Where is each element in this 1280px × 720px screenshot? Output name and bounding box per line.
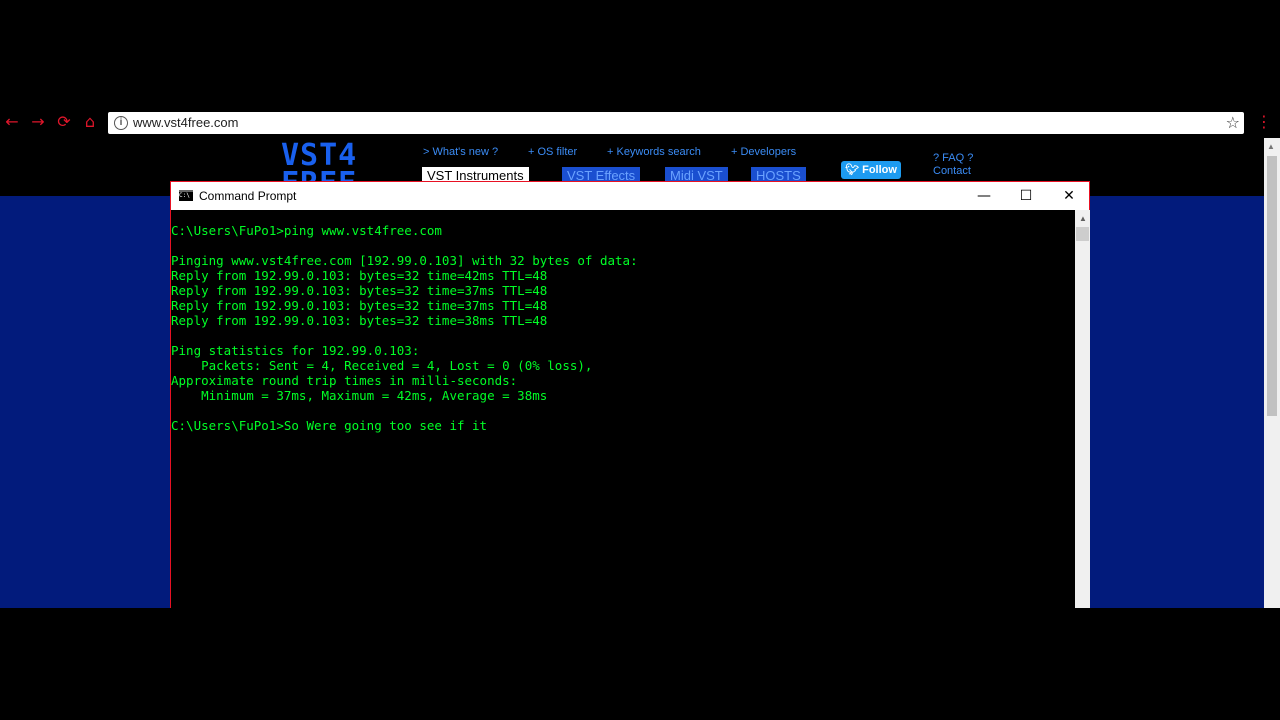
link-contact[interactable]: Contact xyxy=(933,165,971,177)
cmd-line xyxy=(171,328,638,343)
cmd-line: Reply from 192.99.0.103: bytes=32 time=3… xyxy=(171,283,548,298)
cmd-line: Reply from 192.99.0.103: bytes=32 time=4… xyxy=(171,268,548,283)
page-scroll-thumb[interactable] xyxy=(1267,156,1277,416)
cmd-line xyxy=(171,238,638,253)
address-bar[interactable]: i www.vst4free.com ☆ xyxy=(108,112,1244,134)
cmd-app-icon: C:\ xyxy=(179,190,193,201)
cmd-line: Reply from 192.99.0.103: bytes=32 time=3… xyxy=(171,298,548,313)
twitter-follow-button[interactable]: 🐦︎ Follow xyxy=(841,161,901,179)
cmd-line: Minimum = 37ms, Maximum = 42ms, Average … xyxy=(171,388,548,403)
cmd-scroll-thumb[interactable] xyxy=(1076,227,1089,241)
back-icon[interactable]: ← xyxy=(2,112,22,132)
link-developers[interactable]: + Developers xyxy=(731,146,796,158)
link-os-filter[interactable]: + OS filter xyxy=(528,146,577,158)
cmd-line: Ping statistics for 192.99.0.103: xyxy=(171,343,420,358)
twitter-bird-icon: 🐦︎ xyxy=(845,164,863,176)
page-scrollbar[interactable]: ▲ xyxy=(1264,138,1280,608)
cmd-line xyxy=(171,403,638,418)
cmd-line: C:\Users\FuPo1>ping www.vst4free.com xyxy=(171,223,442,238)
maximize-button[interactable]: ☐ xyxy=(1004,182,1048,210)
follow-label: Follow xyxy=(862,164,897,176)
forward-icon[interactable]: → xyxy=(28,112,48,132)
scroll-up-arrow-icon[interactable]: ▲ xyxy=(1079,214,1087,223)
browser-menu-icon[interactable]: ⋮ xyxy=(1256,112,1272,132)
bookmark-star-icon[interactable]: ☆ xyxy=(1226,113,1240,132)
url-text[interactable]: www.vst4free.com xyxy=(133,115,238,130)
link-keywords-search[interactable]: + Keywords search xyxy=(607,146,701,158)
cmd-line: Pinging www.vst4free.com [192.99.0.103] … xyxy=(171,253,638,268)
info-icon[interactable]: i xyxy=(114,116,128,130)
cmd-line: Packets: Sent = 4, Received = 4, Lost = … xyxy=(171,358,593,373)
cmd-output[interactable]: C:\Users\FuPo1>ping www.vst4free.com Pin… xyxy=(171,223,638,433)
scroll-up-arrow-icon[interactable]: ▲ xyxy=(1267,142,1275,151)
reload-icon[interactable]: ⟳ xyxy=(54,112,74,132)
link-faq[interactable]: ? FAQ ? xyxy=(933,152,973,164)
cmd-line: Approximate round trip times in milli-se… xyxy=(171,373,518,388)
cmd-prompt-line: C:\Users\FuPo1>So Were going too see if … xyxy=(171,418,488,433)
command-prompt-window[interactable]: C:\ Command Prompt — ☐ ✕ C:\Users\FuPo1>… xyxy=(170,181,1090,608)
cmd-scrollbar[interactable]: ▲ xyxy=(1075,210,1090,608)
link-whats-new[interactable]: > What's new ? xyxy=(423,146,498,158)
minimize-button[interactable]: — xyxy=(962,182,1006,210)
home-icon[interactable]: ⌂ xyxy=(80,112,100,132)
close-button[interactable]: ✕ xyxy=(1047,182,1091,210)
cmd-titlebar[interactable]: C:\ Command Prompt — ☐ ✕ xyxy=(171,182,1089,210)
site-logo[interactable]: VST4 FREE xyxy=(281,142,399,182)
cmd-line: Reply from 192.99.0.103: bytes=32 time=3… xyxy=(171,313,548,328)
cmd-title: Command Prompt xyxy=(199,189,297,203)
